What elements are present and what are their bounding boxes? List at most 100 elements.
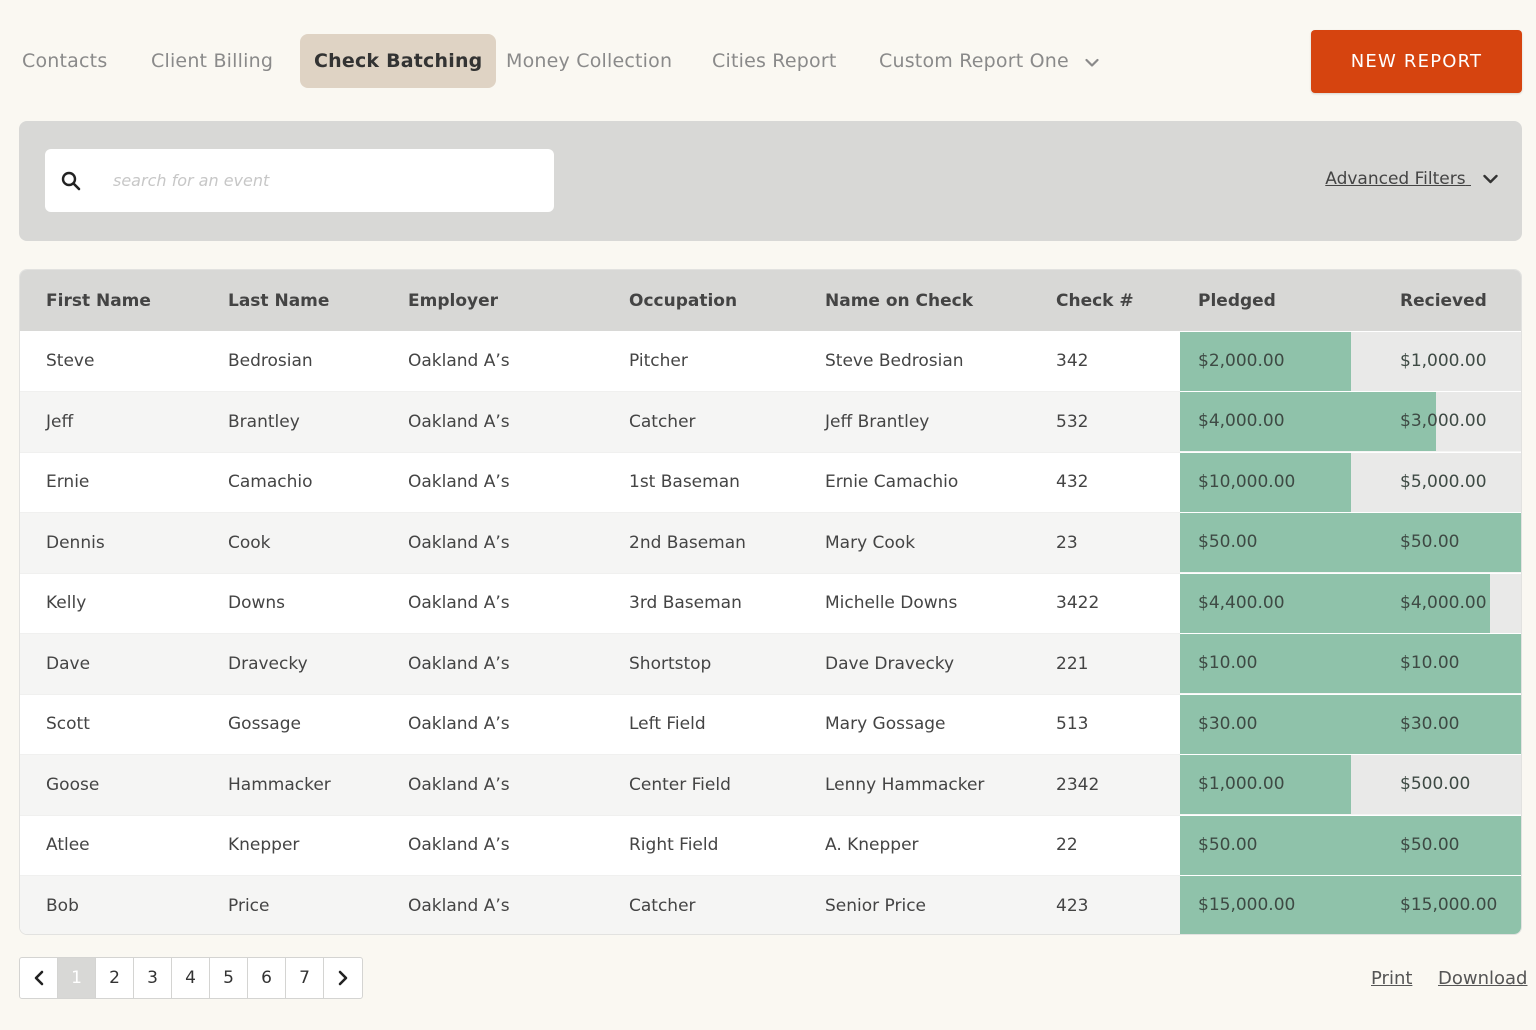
column-header[interactable]: Name on Check xyxy=(799,270,1030,331)
new-report-button[interactable]: NEW REPORT xyxy=(1311,30,1522,93)
first-name-cell: Jeff xyxy=(20,391,202,453)
prev-page-button[interactable] xyxy=(20,958,58,998)
table-row[interactable]: Scott Gossage Oakland A’s Left Field Mary Go… xyxy=(20,694,1521,755)
name-on-check-cell: Dave Dravecky xyxy=(799,633,1030,695)
pledged-amount: $10,000.00 xyxy=(1198,471,1296,492)
table-row[interactable]: Steve Bedrosian Oakland A’s Pitcher Steve Be… xyxy=(20,331,1521,392)
check-number-cell: 23 xyxy=(1030,512,1180,574)
table-row[interactable]: Bob Price Oakland A’s Catcher Senior Price 42… xyxy=(20,875,1521,934)
search-box xyxy=(45,149,554,212)
advanced-filters-toggle[interactable]: Advanced Filters xyxy=(1325,169,1498,189)
last-name-cell: Brantley xyxy=(202,391,382,453)
table-row[interactable]: Goose Hammacker Oakland A’s Center Field Len… xyxy=(20,754,1521,816)
column-header[interactable]: Last Name xyxy=(202,270,382,331)
column-header[interactable]: Occupation xyxy=(603,270,799,331)
received-progress-bar: $15,000.00 $15,000.00 xyxy=(1180,876,1521,934)
tab-check-batching[interactable]: Check Batching xyxy=(300,34,497,88)
chevron-down-icon xyxy=(1085,35,1099,89)
name-on-check-cell: Steve Bedrosian xyxy=(799,331,1030,392)
pledged-amount: $4,400.00 xyxy=(1198,592,1285,613)
table-row[interactable]: Kelly Downs Oakland A’s 3rd Baseman Michelle… xyxy=(20,573,1521,634)
check-number-cell: 423 xyxy=(1030,875,1180,934)
check-number-cell: 532 xyxy=(1030,391,1180,453)
check-number-cell: 221 xyxy=(1030,633,1180,695)
table-row[interactable]: Atlee Knepper Oakland A’s Right Field A. Kne… xyxy=(20,815,1521,876)
tab-client-billing[interactable]: Client Billing xyxy=(151,34,273,88)
page-button[interactable]: 7 xyxy=(286,958,324,998)
tab-custom-report-one[interactable]: Custom Report One xyxy=(879,34,1099,88)
print-link[interactable]: Print xyxy=(1371,968,1412,989)
first-name-cell: Scott xyxy=(20,694,202,755)
pledged-received-cell: $1,000.00 $500.00 xyxy=(1180,754,1521,816)
page-button[interactable]: 3 xyxy=(134,958,172,998)
occupation-cell: 3rd Baseman xyxy=(603,573,799,634)
next-page-button[interactable] xyxy=(324,958,362,998)
occupation-cell: Right Field xyxy=(603,815,799,876)
last-name-cell: Gossage xyxy=(202,694,382,755)
column-header[interactable]: Pledged xyxy=(1180,270,1380,331)
name-on-check-cell: A. Knepper xyxy=(799,815,1030,876)
occupation-cell: Shortstop xyxy=(603,633,799,695)
employer-cell: Oakland A’s xyxy=(382,694,603,755)
received-amount: $3,000.00 xyxy=(1400,411,1487,432)
column-header[interactable]: Recieved xyxy=(1380,270,1521,331)
received-amount: $30.00 xyxy=(1400,713,1460,734)
pledged-received-cell: $15,000.00 $15,000.00 xyxy=(1180,875,1521,934)
tab-cities-report[interactable]: Cities Report xyxy=(712,34,837,88)
last-name-cell: Dravecky xyxy=(202,633,382,695)
tab-contacts[interactable]: Contacts xyxy=(22,34,107,88)
employer-cell: Oakland A’s xyxy=(382,815,603,876)
first-name-cell: Ernie xyxy=(20,452,202,513)
received-progress-bar: $10,000.00 $5,000.00 xyxy=(1180,452,1521,512)
occupation-cell: Catcher xyxy=(603,391,799,453)
last-name-cell: Downs xyxy=(202,573,382,634)
filter-panel: Advanced Filters xyxy=(19,121,1522,241)
page-button[interactable]: 1 xyxy=(58,958,96,998)
employer-cell: Oakland A’s xyxy=(382,512,603,574)
name-on-check-cell: Mary Cook xyxy=(799,512,1030,574)
first-name-cell: Atlee xyxy=(20,815,202,876)
employer-cell: Oakland A’s xyxy=(382,633,603,695)
received-progress-bar: $50.00 $50.00 xyxy=(1180,513,1521,573)
table-row[interactable]: Dave Dravecky Oakland A’s Shortstop Dave Dra… xyxy=(20,633,1521,695)
name-on-check-cell: Mary Gossage xyxy=(799,694,1030,755)
pledged-amount: $30.00 xyxy=(1198,713,1258,734)
first-name-cell: Dennis xyxy=(20,512,202,574)
received-amount: $10.00 xyxy=(1400,653,1460,674)
table-row[interactable]: Jeff Brantley Oakland A’s Catcher Jeff Brant… xyxy=(20,391,1521,453)
first-name-cell: Kelly xyxy=(20,573,202,634)
search-input[interactable] xyxy=(113,159,533,201)
last-name-cell: Camachio xyxy=(202,452,382,513)
column-header[interactable]: First Name xyxy=(20,270,202,331)
check-number-cell: 432 xyxy=(1030,452,1180,513)
first-name-cell: Dave xyxy=(20,633,202,695)
table-row[interactable]: Dennis Cook Oakland A’s 2nd Baseman Mary Coo… xyxy=(20,512,1521,574)
data-table-container: First Name Last Name Employer Occupation… xyxy=(19,269,1522,935)
download-link[interactable]: Download xyxy=(1438,968,1527,989)
last-name-cell: Knepper xyxy=(202,815,382,876)
table-row[interactable]: Ernie Camachio Oakland A’s 1st Baseman Ernie… xyxy=(20,452,1521,513)
name-on-check-cell: Lenny Hammacker xyxy=(799,754,1030,816)
pledged-received-cell: $2,000.00 $1,000.00 xyxy=(1180,331,1521,392)
chevron-left-icon xyxy=(34,968,44,988)
last-name-cell: Cook xyxy=(202,512,382,574)
column-header[interactable]: Check # xyxy=(1030,270,1180,331)
chevron-right-icon xyxy=(338,968,348,988)
tab-money-collection[interactable]: Money Collection xyxy=(506,34,672,88)
received-progress-bar: $1,000.00 $500.00 xyxy=(1180,755,1521,815)
page-button[interactable]: 5 xyxy=(210,958,248,998)
top-nav: Contacts Client Billing Check Batching M… xyxy=(0,30,1536,94)
occupation-cell: Catcher xyxy=(603,875,799,934)
received-amount: $15,000.00 xyxy=(1400,895,1498,916)
page-button[interactable]: 2 xyxy=(96,958,134,998)
occupation-cell: Center Field xyxy=(603,754,799,816)
pledged-received-cell: $50.00 $50.00 xyxy=(1180,815,1521,876)
employer-cell: Oakland A’s xyxy=(382,754,603,816)
advanced-filters-label: Advanced Filters xyxy=(1325,169,1466,189)
page-button[interactable]: 4 xyxy=(172,958,210,998)
pledged-amount: $50.00 xyxy=(1198,834,1258,855)
pledged-amount: $15,000.00 xyxy=(1198,895,1296,916)
pledged-received-cell: $50.00 $50.00 xyxy=(1180,512,1521,574)
column-header[interactable]: Employer xyxy=(382,270,603,331)
page-button[interactable]: 6 xyxy=(248,958,286,998)
